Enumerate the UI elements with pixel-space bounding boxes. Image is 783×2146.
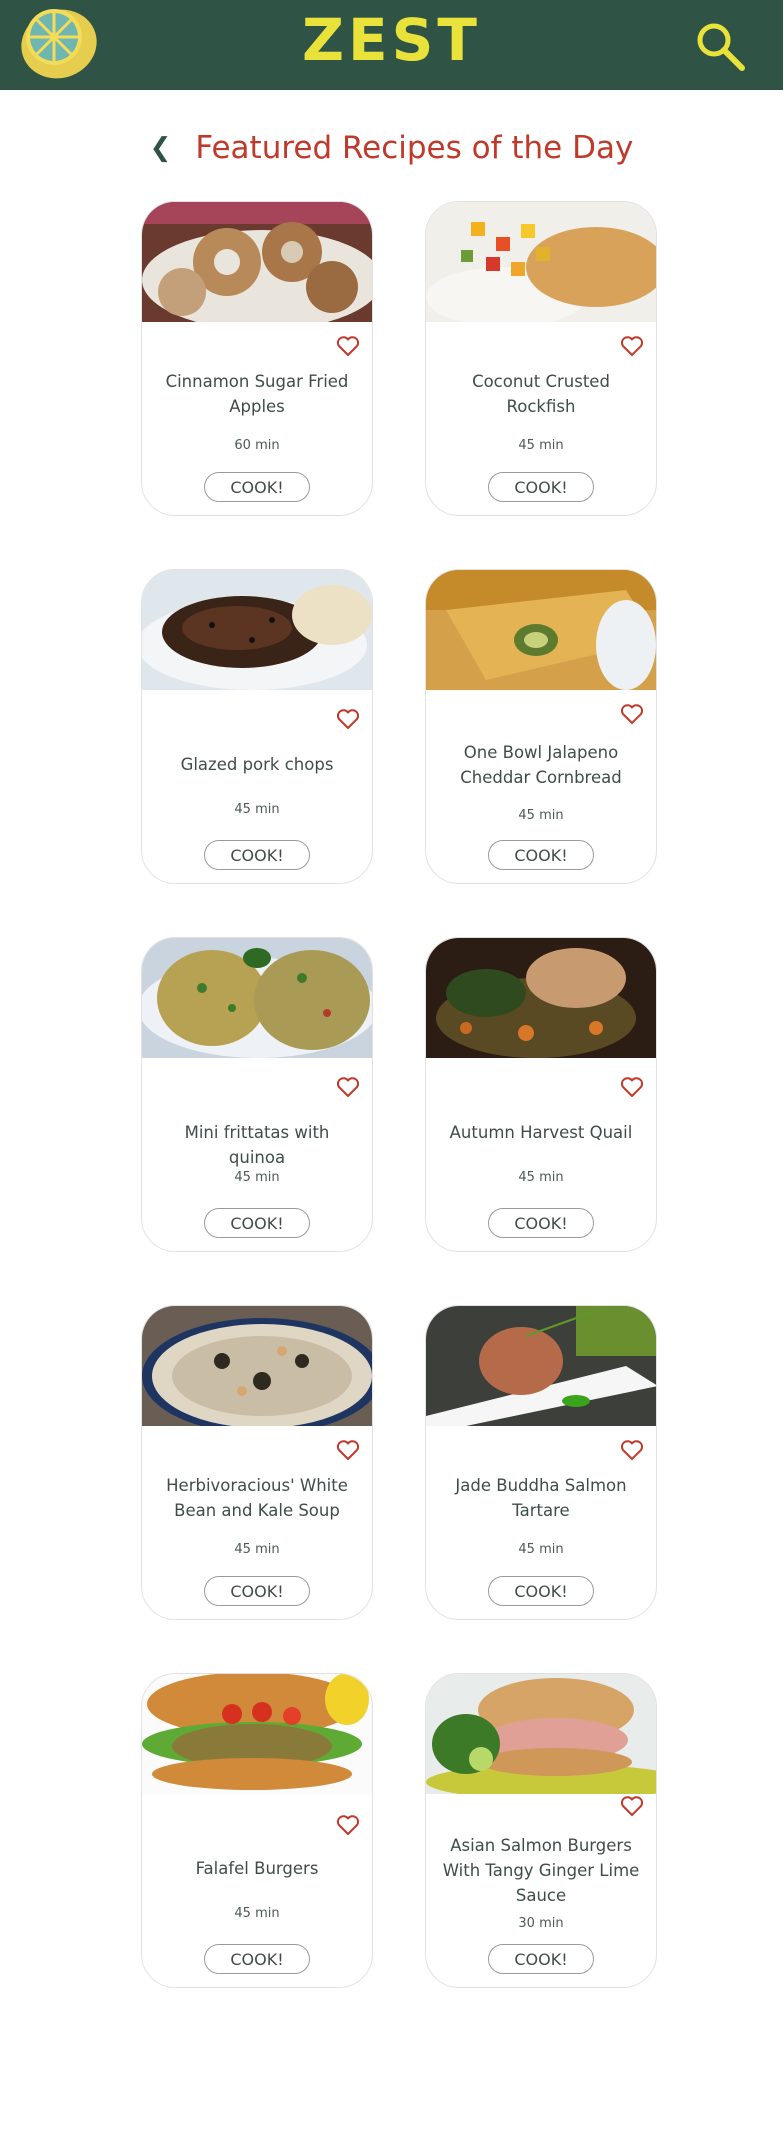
heart-icon[interactable]: [336, 1814, 360, 1836]
cook-button[interactable]: COOK!: [488, 840, 594, 870]
recipe-photo[interactable]: [142, 570, 373, 690]
recipe-time: 45 min: [518, 438, 564, 453]
page-title: Featured Recipes of the Day: [195, 130, 634, 166]
recipe-name: Coconut Crusted Rockfish: [472, 372, 610, 416]
recipe-name: Herbivoracious' White Bean and Kale Soup: [166, 1476, 348, 1520]
cook-button[interactable]: COOK!: [204, 1944, 310, 1974]
cook-button[interactable]: COOK!: [488, 1208, 594, 1238]
section-heading: ❮ Featured Recipes of the Day: [0, 130, 783, 166]
heart-icon[interactable]: [620, 335, 644, 357]
recipe-name: Asian Salmon Burgers With Tangy Ginger L…: [442, 1836, 640, 1905]
brand-title[interactable]: ZEST: [0, 6, 783, 74]
recipe-time: 45 min: [518, 1542, 564, 1557]
recipe-card[interactable]: Autumn Harvest Quail 45 min COOK!: [425, 937, 657, 1252]
cook-button[interactable]: COOK!: [204, 1208, 310, 1238]
recipe-photo[interactable]: [142, 1306, 373, 1426]
heart-icon[interactable]: [336, 1076, 360, 1098]
recipe-card[interactable]: Glazed pork chops 45 min COOK!: [141, 569, 373, 884]
recipe-time: 30 min: [518, 1916, 564, 1931]
recipe-time: 45 min: [234, 1542, 280, 1557]
cook-button[interactable]: COOK!: [488, 1944, 594, 1974]
recipe-photo[interactable]: [426, 202, 657, 322]
heart-icon[interactable]: [336, 708, 360, 730]
recipe-name: Autumn Harvest Quail: [449, 1123, 633, 1142]
recipe-time: 60 min: [234, 438, 280, 453]
recipe-name: One Bowl Jalapeno Cheddar Cornbread: [460, 743, 622, 787]
recipe-card[interactable]: Herbivoracious' White Bean and Kale Soup…: [141, 1305, 373, 1620]
heart-icon[interactable]: [620, 703, 644, 725]
recipe-photo[interactable]: [142, 202, 373, 322]
cook-button[interactable]: COOK!: [488, 1576, 594, 1606]
recipe-card[interactable]: One Bowl Jalapeno Cheddar Cornbread 45 m…: [425, 569, 657, 884]
recipe-card[interactable]: Coconut Crusted Rockfish 45 min COOK!: [425, 201, 657, 516]
recipe-name: Cinnamon Sugar Fried Apples: [165, 372, 349, 416]
cook-button[interactable]: COOK!: [488, 472, 594, 502]
recipe-photo[interactable]: [426, 570, 657, 690]
recipe-card[interactable]: Cinnamon Sugar Fried Apples 60 min COOK!: [141, 201, 373, 516]
heart-icon[interactable]: [620, 1439, 644, 1461]
recipe-time: 45 min: [234, 1170, 280, 1185]
heart-icon[interactable]: [336, 335, 360, 357]
search-icon[interactable]: [692, 18, 748, 74]
recipe-name: Glazed pork chops: [180, 755, 334, 774]
cook-button[interactable]: COOK!: [204, 1576, 310, 1606]
app-header: ZEST: [0, 0, 783, 90]
recipe-photo[interactable]: [426, 938, 657, 1058]
recipe-photo[interactable]: [142, 938, 373, 1058]
recipe-photo[interactable]: [426, 1306, 657, 1426]
chevron-left-icon[interactable]: ❮: [150, 133, 172, 163]
recipe-card[interactable]: Asian Salmon Burgers With Tangy Ginger L…: [425, 1673, 657, 1988]
recipe-card[interactable]: Mini frittatas with quinoa 45 min COOK!: [141, 937, 373, 1252]
cook-button[interactable]: COOK!: [204, 472, 310, 502]
recipe-card[interactable]: Falafel Burgers 45 min COOK!: [141, 1673, 373, 1988]
heart-icon[interactable]: [336, 1439, 360, 1461]
recipe-time: 45 min: [234, 1906, 280, 1921]
recipe-time: 45 min: [234, 802, 280, 817]
recipe-name: Mini frittatas with quinoa: [184, 1123, 330, 1167]
recipe-time: 45 min: [518, 808, 564, 823]
cook-button[interactable]: COOK!: [204, 840, 310, 870]
heart-icon[interactable]: [620, 1795, 644, 1817]
recipe-time: 45 min: [518, 1170, 564, 1185]
recipe-card[interactable]: Jade Buddha Salmon Tartare 45 min COOK!: [425, 1305, 657, 1620]
heart-icon[interactable]: [620, 1076, 644, 1098]
recipe-photo[interactable]: [426, 1674, 657, 1794]
recipe-photo[interactable]: [142, 1674, 373, 1794]
recipe-name: Jade Buddha Salmon Tartare: [455, 1476, 627, 1520]
recipe-name: Falafel Burgers: [195, 1859, 319, 1878]
